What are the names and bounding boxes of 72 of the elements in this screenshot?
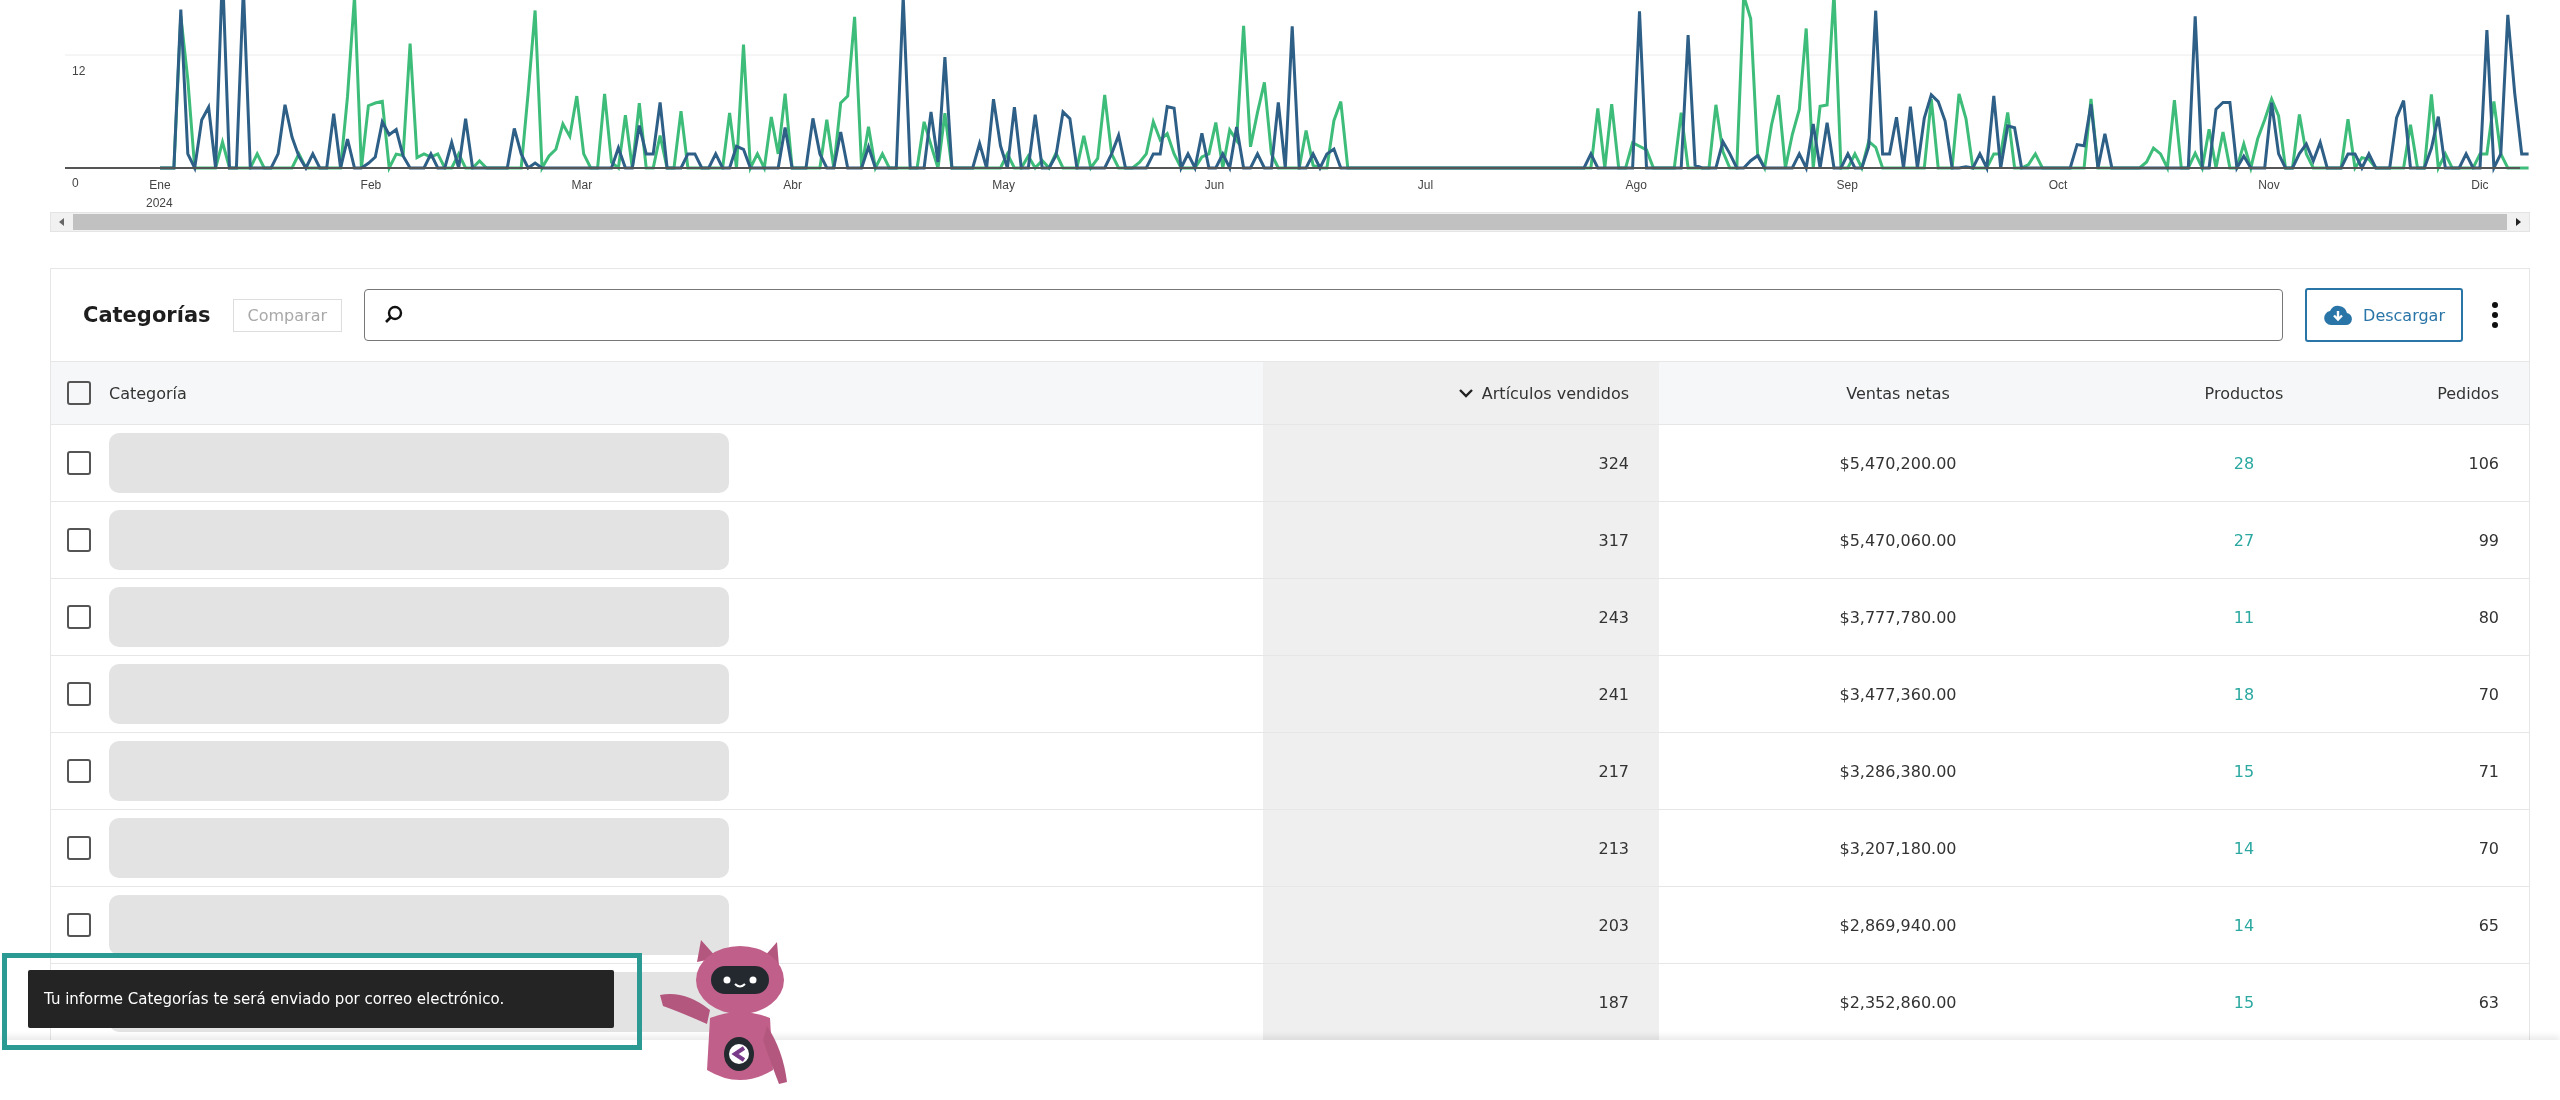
axis-label: 2024: [146, 196, 173, 210]
table-cell: 241: [1598, 684, 1629, 704]
products-link[interactable]: 14: [2233, 838, 2255, 858]
table-cell: 70: [2478, 684, 2499, 704]
table-cell: $3,777,780.00: [1839, 607, 1957, 627]
column-header[interactable]: Ventas netas: [1846, 383, 1950, 403]
cloud-download-icon: [2323, 304, 2354, 326]
axis-label: Jun: [1204, 178, 1225, 192]
table-title: Categorías: [83, 303, 211, 327]
axis-label: Nov: [2258, 178, 2280, 192]
table-cell: 106: [2468, 453, 2499, 473]
checkbox[interactable]: [67, 381, 91, 405]
axis-label: Ago: [1625, 178, 1647, 192]
products-link[interactable]: 14: [2233, 915, 2255, 935]
table-cell: 65: [2478, 915, 2499, 935]
column-header[interactable]: Pedidos: [2437, 383, 2499, 403]
chevron-down-icon: [1457, 388, 1474, 398]
table-cell: 99: [2478, 530, 2499, 550]
products-link[interactable]: 18: [2233, 684, 2255, 704]
checkbox[interactable]: [67, 759, 91, 783]
table-cell: 203: [1598, 915, 1629, 935]
products-link[interactable]: 28: [2233, 453, 2255, 473]
axis-label: 12: [72, 64, 86, 78]
scrollbar-thumb[interactable]: [73, 214, 2507, 230]
axis-label: Abr: [783, 178, 803, 192]
products-link[interactable]: 11: [2233, 607, 2255, 627]
column-header[interactable]: Artículos vendidos: [1457, 383, 1629, 403]
table-cell: $3,286,380.00: [1839, 761, 1957, 781]
scroll-right-icon[interactable]: [2513, 216, 2523, 228]
products-link[interactable]: 15: [2233, 992, 2255, 1012]
checkbox[interactable]: [67, 528, 91, 552]
checkbox[interactable]: [67, 682, 91, 706]
table-cell: $3,207,180.00: [1839, 838, 1957, 858]
products-link[interactable]: 15: [2233, 761, 2255, 781]
table-cell: 187: [1598, 992, 1629, 1012]
axis-label: Mar: [571, 178, 593, 192]
table-cell: 63: [2478, 992, 2499, 1012]
axis-label: Ene: [149, 178, 171, 192]
axis-label: Jul: [1417, 178, 1434, 192]
scrollbar[interactable]: [50, 212, 2530, 232]
products-link[interactable]: 27: [2233, 530, 2255, 550]
column-header[interactable]: Categoría: [109, 383, 187, 403]
axis-label: Feb: [360, 178, 382, 192]
table-cell: $2,869,940.00: [1839, 915, 1957, 935]
table-cell: 213: [1598, 838, 1629, 858]
checkbox[interactable]: [67, 451, 91, 475]
download-button[interactable]: Descargar: [2305, 288, 2463, 342]
search-field[interactable]: [364, 289, 2284, 341]
table-cell: 217: [1598, 761, 1629, 781]
table-cell: 317: [1598, 530, 1629, 550]
axis-label: Sep: [1836, 178, 1858, 192]
table-cell: 80: [2478, 607, 2499, 627]
compare-button[interactable]: Comparar: [232, 298, 343, 332]
table-cell: 70: [2478, 838, 2499, 858]
table-cell: $2,352,860.00: [1839, 992, 1957, 1012]
table-cell: 243: [1598, 607, 1629, 627]
toast-message: Tu informe Categorías te será enviado por correo electrónico.: [28, 970, 614, 1028]
checkbox[interactable]: [67, 913, 91, 937]
axis-label: Oct: [2048, 178, 2068, 192]
table-cell: $5,470,200.00: [1839, 453, 1957, 473]
more-options-icon[interactable]: [2491, 301, 2499, 329]
table-cell: $5,470,060.00: [1839, 530, 1957, 550]
checkbox[interactable]: [67, 605, 91, 629]
table-cell: $3,477,360.00: [1839, 684, 1957, 704]
axis-label: 0: [72, 176, 79, 190]
axis-label: May: [992, 178, 1015, 192]
checkbox[interactable]: [67, 836, 91, 860]
column-header[interactable]: Productos: [2204, 383, 2284, 403]
axis-label: Dic: [2471, 178, 2489, 192]
table-cell: 324: [1598, 453, 1629, 473]
table-cell: 71: [2478, 761, 2499, 781]
scroll-left-icon[interactable]: [57, 216, 67, 228]
